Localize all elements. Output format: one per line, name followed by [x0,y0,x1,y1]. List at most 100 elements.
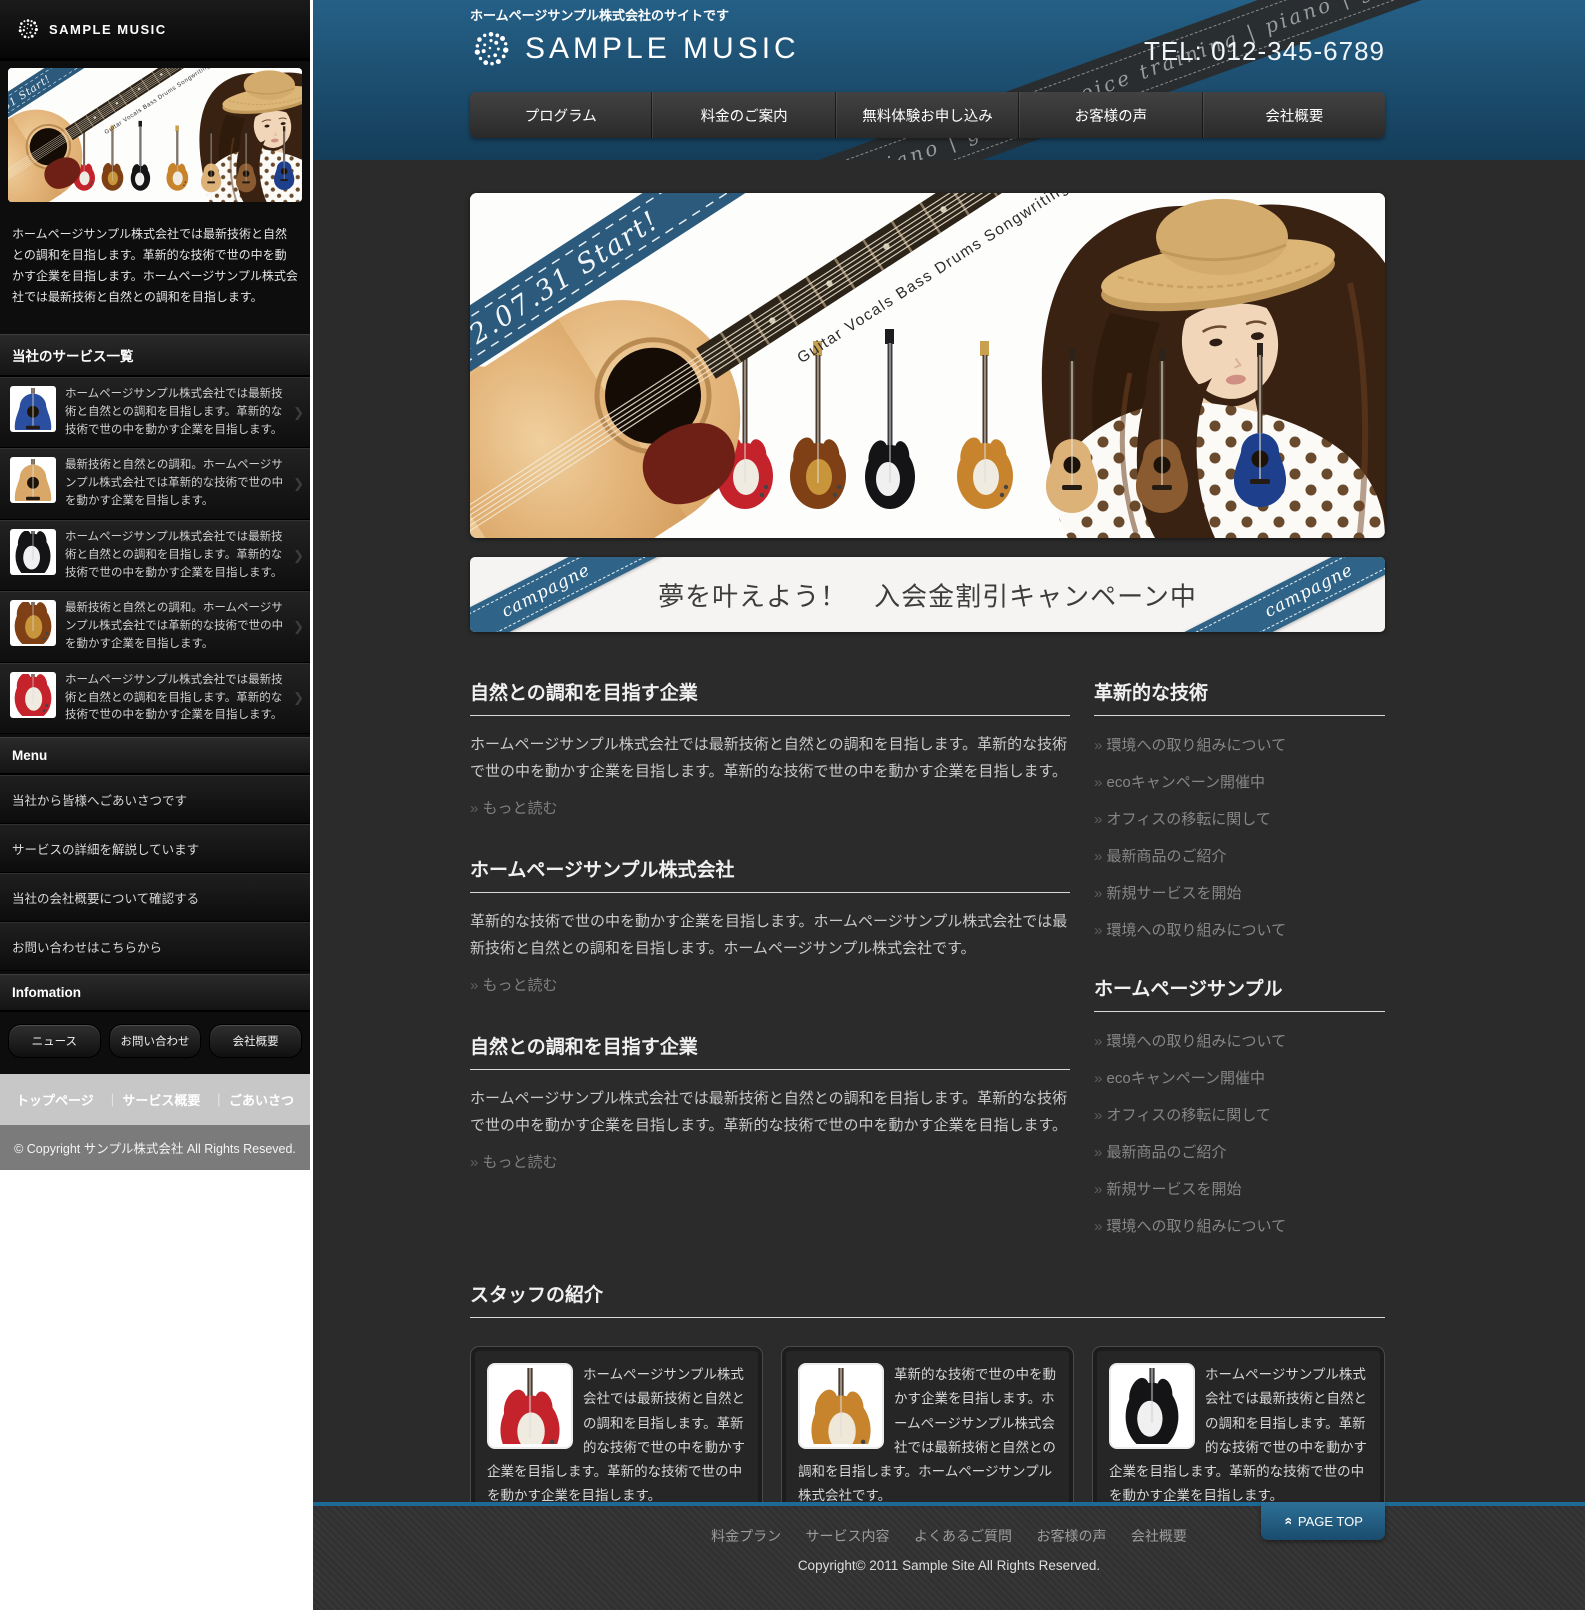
hero-image: Guitar Vocals Bass Drums Songwriting Mus… [470,193,1385,538]
page-top-chevrons-icon: » [1279,1517,1295,1525]
sidebar-menu-item-company[interactable]: 当社の会社概要について確認する [0,873,310,922]
footer-links: 料金プラン サービス内容 よくあるご質問 お客様の声 会社概要 [313,1526,1585,1546]
news-link[interactable]: 環境への取り組みについて [1094,1215,1385,1236]
dot-cluster-logo-icon [16,17,40,41]
articles-column: 自然との調和を目指す企業 ホームページサンプル株式会社では最新技術と自然との調和… [470,678,1070,1270]
site-footer: » PAGE TOP 料金プラン サービス内容 よくあるご質問 お客様の声 会社… [313,1502,1585,1610]
news-button[interactable]: ニュース [8,1024,101,1058]
sidebar-service-item[interactable]: ホームページサンプル株式会社では最新技術と自然との調和を目指します。革新的な技術… [0,663,310,734]
page-top-label: PAGE TOP [1298,1514,1363,1529]
sidebar-service-item[interactable]: 最新技術と自然との調和。ホームページサンプル株式会社では革新的な技術で世の中を動… [0,448,310,519]
article-section: 自然との調和を目指す企業 ホームページサンプル株式会社では最新技術と自然との調和… [470,1032,1070,1172]
contact-button[interactable]: お問い合わせ [109,1024,202,1058]
read-more-link[interactable]: もっと読む [470,797,558,818]
section-body: ホームページサンプル株式会社では最新技術と自然との調和を目指します。革新的な技術… [470,1085,1070,1139]
sidebar-services-heading: 当社のサービス一覧 [0,334,310,377]
news-block: 革新的な技術 環境への取り組みについて ecoキャンペーン開催中 オフィスの移転… [1094,678,1385,940]
news-link[interactable]: 最新商品のご紹介 [1094,845,1385,866]
news-link[interactable]: ecoキャンペーン開催中 [1094,1067,1385,1088]
staff-heading: スタッフの紹介 [470,1280,1385,1318]
black-bass-guitar-icon [1109,1363,1195,1449]
sidebar-hero-image: Guitar Vocals Bass Drums Songwriting Mus… [8,68,302,202]
dot-cluster-logo-icon [470,28,512,70]
service-text: 最新技術と自然との調和。ホームページサンプル株式会社では革新的な技術で世の中を動… [65,600,290,653]
campaign-banner: campagne campagne 夢を叶えよう！ 入会金割引キャンペーン中 [470,557,1385,632]
black-bass-guitar-icon [10,529,56,575]
news-link[interactable]: 環境への取り組みについて [1094,734,1385,755]
sidebar-footer-links: トップページ サービス概要 ごあいさつ [0,1074,310,1125]
sidebar-logo[interactable]: SAMPLE MUSIC [0,0,310,61]
sidebar-menu-heading: Menu [0,737,310,775]
sidebar-service-item[interactable]: 最新技術と自然との調和。ホームページサンプル株式会社では革新的な技術で世の中を動… [0,591,310,662]
news-link[interactable]: 環境への取り組みについて [1094,1030,1385,1051]
footer-link-pricing[interactable]: 料金プラン [711,1528,781,1544]
main-site: piano | guitar | voice training | piano … [313,0,1585,1610]
section-heading: ホームページサンプル株式会社 [470,855,1070,893]
hero-illustration: Guitar Vocals Bass Drums Songwriting Mus… [8,68,302,202]
natural-acoustic-guitar-icon [10,457,56,503]
content-columns: 自然との調和を目指す企業 ホームページサンプル株式会社では最新技術と自然との調和… [470,678,1385,1270]
article-section: ホームページサンプル株式会社 革新的な技術で世の中を動かす企業を目指します。ホー… [470,855,1070,995]
company-button[interactable]: 会社概要 [209,1024,302,1058]
nav-free-trial[interactable]: 無料体験お申し込み [836,92,1019,138]
news-column: 革新的な技術 環境への取り組みについて ecoキャンペーン開催中 オフィスの移転… [1094,678,1385,1270]
news-links: 環境への取り組みについて ecoキャンペーン開催中 オフィスの移転に関して 最新… [1094,734,1385,940]
sidebar-logo-text: SAMPLE MUSIC [49,22,167,37]
sidebar-footer-link-service[interactable]: サービス概要 [100,1090,207,1109]
sidebar-menu-item-contact[interactable]: お問い合わせはこちらから [0,922,310,971]
site-logo-text: SAMPLE MUSIC [525,32,800,66]
main-content: Guitar Vocals Bass Drums Songwriting Mus… [470,193,1385,1556]
site-logo[interactable]: SAMPLE MUSIC [470,28,800,70]
sidebar-info-buttons: ニュース お問い合わせ 会社概要 [0,1012,310,1074]
footer-link-faq[interactable]: よくあるご質問 [914,1528,1012,1544]
read-more-link[interactable]: もっと読む [470,974,558,995]
news-block: ホームページサンプル 環境への取り組みについて ecoキャンペーン開催中 オフィ… [1094,974,1385,1236]
sunburst-electric-guitar-icon [10,600,56,646]
service-text: ホームページサンプル株式会社では最新技術と自然との調和を目指します。革新的な技術… [65,386,290,439]
site-tagline: ホームページサンプル株式会社のサイトです [470,5,729,24]
red-electric-guitar-icon [487,1363,573,1449]
article-section: 自然との調和を目指す企業 ホームページサンプル株式会社では最新技術と自然との調和… [470,678,1070,818]
nav-company[interactable]: 会社概要 [1203,92,1385,138]
campaign-message: 夢を叶えよう！ 入会金割引キャンペーン中 [470,576,1385,613]
footer-copyright: Copyright© 2011 Sample Site All Rights R… [313,1558,1585,1573]
service-text: ホームページサンプル株式会社では最新技術と自然との調和を目指します。革新的な技術… [65,529,290,582]
sidebar-service-item[interactable]: ホームページサンプル株式会社では最新技術と自然との調和を目指します。革新的な技術… [0,377,310,448]
nav-pricing[interactable]: 料金のご案内 [652,92,835,138]
red-electric-guitar-icon [10,672,56,718]
orange-electric-guitar-icon [798,1363,884,1449]
news-links: 環境への取り組みについて ecoキャンペーン開催中 オフィスの移転に関して 最新… [1094,1030,1385,1236]
nav-testimonials[interactable]: お客様の声 [1019,92,1202,138]
site-header: piano | guitar | voice training | piano … [313,0,1585,160]
footer-link-testimonials[interactable]: お客様の声 [1036,1528,1106,1544]
service-text: 最新技術と自然との調和。ホームページサンプル株式会社では革新的な技術で世の中を動… [65,457,290,510]
page-top-button[interactable]: » PAGE TOP [1261,1502,1385,1540]
service-text: ホームページサンプル株式会社では最新技術と自然との調和を目指します。革新的な技術… [65,672,290,725]
news-block-heading: ホームページサンプル [1094,974,1385,1012]
news-block-heading: 革新的な技術 [1094,678,1385,716]
sidebar-menu-item-greeting[interactable]: 当社から皆様へごあいさつです [0,775,310,824]
read-more-link[interactable]: もっと読む [470,1151,558,1172]
news-link[interactable]: 新規サービスを開始 [1094,882,1385,903]
nav-program[interactable]: プログラム [470,92,652,138]
news-link[interactable]: 新規サービスを開始 [1094,1178,1385,1199]
sidebar: SAMPLE MUSIC [0,0,310,1170]
sidebar-info-heading: Infomation [0,974,310,1012]
sidebar-menu-item-service-detail[interactable]: サービスの詳細を解説しています [0,824,310,873]
sidebar-service-item[interactable]: ホームページサンプル株式会社では最新技術と自然との調和を目指します。革新的な技術… [0,520,310,591]
news-link[interactable]: 環境への取り組みについて [1094,919,1385,940]
main-navigation: プログラム 料金のご案内 無料体験お申し込み お客様の声 会社概要 [470,92,1385,138]
news-link[interactable]: ecoキャンペーン開催中 [1094,771,1385,792]
news-link[interactable]: 最新商品のご紹介 [1094,1141,1385,1162]
section-body: ホームページサンプル株式会社では最新技術と自然との調和を目指します。革新的な技術… [470,731,1070,785]
sidebar-footer-link-top[interactable]: トップページ [10,1090,100,1109]
sidebar-footer-link-greeting[interactable]: ごあいさつ [206,1090,300,1109]
section-heading: 自然との調和を目指す企業 [470,1032,1070,1070]
footer-link-company[interactable]: 会社概要 [1131,1528,1187,1544]
blue-acoustic-guitar-icon [10,386,56,432]
hero-illustration: Guitar Vocals Bass Drums Songwriting Mus… [470,193,1385,538]
section-body: 革新的な技術で世の中を動かす企業を目指します。ホームページサンプル株式会社では最… [470,908,1070,962]
news-link[interactable]: オフィスの移転に関して [1094,808,1385,829]
news-link[interactable]: オフィスの移転に関して [1094,1104,1385,1125]
footer-link-services[interactable]: サービス内容 [806,1528,890,1544]
